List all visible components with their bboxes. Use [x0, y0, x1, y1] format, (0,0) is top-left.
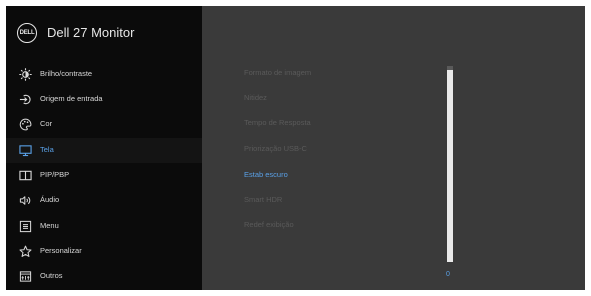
osd-window: DELL Dell 27 Monitor Brilho/contraste Ori…	[6, 6, 585, 290]
submenu-item-aspect-ratio[interactable]: Formato de imagem	[244, 68, 311, 77]
sidebar-item-label: PIP/PBP	[40, 170, 70, 179]
slider-value: 0	[446, 271, 450, 278]
sidebar-item-brightness-contrast[interactable]: Brilho/contraste	[6, 62, 202, 87]
sidebar-item-label: Brilho/contraste	[40, 69, 93, 78]
sidebar-item-personalize[interactable]: Personalizar	[6, 239, 202, 264]
sidebar-item-display[interactable]: Tela	[6, 138, 202, 163]
audio-icon	[19, 194, 32, 207]
sidebar-item-label: Menu	[40, 221, 59, 230]
sidebar-item-label: Outros	[40, 271, 63, 280]
sidebar-item-others[interactable]: Outros	[6, 264, 202, 289]
input-source-icon	[19, 93, 32, 106]
submenu-panel: Formato de imagem Nitidez Tempo de Respost…	[202, 6, 585, 290]
sidebar-item-pip-pbp[interactable]: PIP/PBP	[6, 163, 202, 188]
sidebar: DELL Dell 27 Monitor Brilho/contraste Ori…	[6, 6, 202, 290]
display-icon	[19, 144, 32, 157]
sidebar-item-label: Origem de entrada	[40, 94, 103, 103]
dell-logo: DELL	[17, 23, 37, 43]
submenu-item-response-time[interactable]: Tempo de Resposta	[244, 118, 311, 127]
pip-pbp-icon	[19, 169, 32, 182]
submenu-item-dark-stabilizer[interactable]: Estab escuro	[244, 170, 288, 179]
sidebar-item-label: Tela	[40, 145, 54, 154]
others-icon	[19, 270, 32, 283]
sidebar-item-label: Áudio	[40, 195, 60, 204]
submenu-item-sharpness[interactable]: Nitidez	[244, 93, 267, 102]
star-icon	[19, 245, 32, 258]
osd-header: DELL Dell 27 Monitor	[6, 6, 202, 58]
sidebar-item-color[interactable]: Cor	[6, 112, 202, 137]
sidebar-item-label: Personalizar	[40, 246, 82, 255]
sidebar-item-menu[interactable]: Menu	[6, 214, 202, 239]
submenu-item-smart-hdr[interactable]: Smart HDR	[244, 195, 282, 204]
brightness-icon	[19, 68, 32, 81]
color-icon	[19, 118, 32, 131]
monitor-title: Dell 27 Monitor	[47, 25, 135, 40]
slider-fill	[447, 69, 453, 262]
sidebar-item-audio[interactable]: Áudio	[6, 188, 202, 213]
submenu-item-usb-c-prioritization[interactable]: Priorização USB-C	[244, 144, 307, 153]
submenu-item-reset-display[interactable]: Redef exibição	[244, 220, 294, 229]
sidebar-item-label: Cor	[40, 119, 53, 128]
menu-icon	[19, 220, 32, 233]
sidebar-item-input-source[interactable]: Origem de entrada	[6, 87, 202, 112]
dark-stabilizer-slider[interactable]	[447, 66, 453, 262]
